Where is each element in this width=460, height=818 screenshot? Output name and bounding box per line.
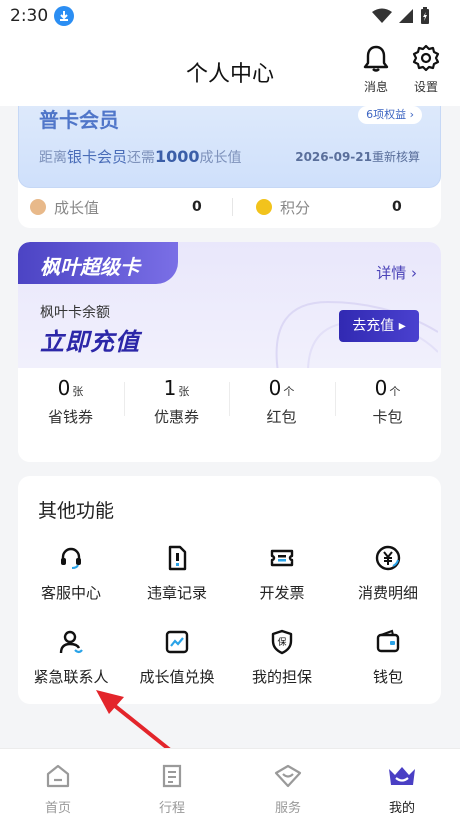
- coupon-unit: 张: [178, 385, 190, 398]
- func-emergency-contact[interactable]: 紧急联系人: [18, 628, 124, 687]
- func-invoice[interactable]: 开发票: [229, 544, 335, 603]
- coupon-name: 优惠券: [153, 408, 199, 426]
- coupon-count: 0: [268, 376, 282, 400]
- recharge-cta-title: 立即充值: [40, 328, 140, 356]
- svg-text:保: 保: [277, 636, 286, 648]
- gear-icon: [412, 44, 440, 72]
- nav-home[interactable]: 首页: [18, 763, 98, 816]
- other-functions-title: 其他功能: [38, 500, 115, 522]
- coupon-item-card-pack[interactable]: 0个 卡包: [335, 376, 440, 427]
- headset-icon: [61, 547, 81, 569]
- nav-trip[interactable]: 行程: [132, 763, 212, 816]
- stat-divider: [232, 198, 233, 216]
- balance-label: 枫叶卡余额: [40, 305, 110, 321]
- wifi-icon: [372, 8, 392, 23]
- status-bar: 2:30: [0, 0, 460, 32]
- func-label: 紧急联系人: [33, 668, 109, 686]
- reset-date-text: 2026-09-21重新核算: [295, 150, 420, 164]
- violation-record-icon: [168, 545, 187, 571]
- points-label: 积分: [280, 198, 311, 217]
- emergency-contact-icon: [59, 630, 83, 654]
- wallet-icon: [376, 629, 400, 653]
- coupon-unit: 个: [389, 385, 401, 398]
- func-label: 我的担保: [251, 668, 312, 686]
- nav-label: 首页: [44, 801, 71, 816]
- coupon-count: 0: [57, 376, 71, 400]
- invoice-ticket-icon: [270, 549, 294, 567]
- page-header: 个人中心 消息 设置: [0, 32, 460, 106]
- coupon-item-red-packet[interactable]: 0个 红包: [229, 376, 334, 427]
- battery-icon: [421, 7, 429, 24]
- coupon-row: 0张 省钱券 1张 优惠券 0个 红包 0个 卡包: [18, 368, 441, 462]
- nav-service[interactable]: 服务: [248, 763, 328, 816]
- growth-value: 0: [192, 199, 202, 215]
- coupon-item-savings[interactable]: 0张 省钱券: [18, 376, 123, 427]
- growth-stat[interactable]: 成长值 0: [30, 196, 230, 218]
- upgrade-progress-text: 距离银卡会员还需1000成长值: [39, 147, 242, 166]
- func-label: 违章记录: [146, 584, 207, 602]
- growth-label: 成长值: [54, 198, 100, 217]
- growth-chart-icon: [165, 630, 189, 654]
- super-card-banner: 枫叶超级卡 详情 › 枫叶卡余额 立即充值 去充值 ▸: [18, 242, 441, 372]
- member-section: 普卡会员 6项权益 › 距离银卡会员还需1000成长值 2026-09-21重新…: [18, 106, 441, 228]
- benefits-badge[interactable]: 6项权益 ›: [358, 106, 422, 124]
- func-wallet[interactable]: 钱包: [335, 628, 441, 687]
- nav-profile[interactable]: 我的: [362, 763, 442, 816]
- super-card-section: 枫叶超级卡 详情 › 枫叶卡余额 立即充值 去充值 ▸ 0张 省钱券 1张 优惠…: [18, 242, 441, 462]
- coupon-unit: 个: [283, 385, 295, 398]
- member-stats: 成长值 0 积分 0: [18, 192, 441, 222]
- points-stat[interactable]: 积分 0: [256, 196, 416, 218]
- nav-label: 行程: [158, 801, 185, 816]
- bell-icon: [363, 45, 389, 72]
- coupon-name: 省钱券: [47, 408, 93, 426]
- bottom-navigation: 首页 行程 服务 我的: [0, 748, 460, 818]
- trip-icon: [162, 764, 182, 788]
- func-label: 成长值兑换: [139, 668, 215, 686]
- super-card-title: 枫叶超级卡: [40, 255, 140, 279]
- reset-date: 2026-09-21: [295, 150, 372, 164]
- points-value: 0: [392, 199, 402, 215]
- profile-crown-icon: [389, 767, 415, 785]
- growth-value-icon: [30, 199, 46, 215]
- next-level-name: 银卡会员: [67, 148, 128, 166]
- guarantee-shield-icon: 保: [271, 629, 293, 655]
- system-icons: [372, 7, 430, 25]
- signal-icon: [399, 9, 413, 23]
- home-icon: [46, 764, 70, 788]
- func-label: 客服中心: [40, 584, 101, 602]
- settings-button[interactable]: 设置: [406, 44, 446, 95]
- coupon-count: 1: [163, 376, 177, 400]
- coupon-unit: 张: [72, 385, 84, 398]
- func-violation-record[interactable]: 违章记录: [124, 544, 230, 603]
- func-growth-exchange[interactable]: 成长值兑换: [124, 628, 230, 687]
- other-functions-section: 其他功能 客服中心 违章记录 开发票 消费明细 紧急联系人 成长值兑换 保 我的…: [18, 476, 441, 704]
- member-card[interactable]: 普卡会员 6项权益 › 距离银卡会员还需1000成长值 2026-09-21重新…: [18, 106, 441, 188]
- coupon-count: 0: [374, 376, 388, 400]
- download-icon: [54, 6, 74, 26]
- func-label: 钱包: [372, 668, 403, 686]
- func-customer-service[interactable]: 客服中心: [18, 544, 124, 603]
- yen-coin-icon: [375, 545, 401, 571]
- nav-label: 服务: [274, 801, 301, 816]
- coupon-name: 红包: [266, 408, 297, 426]
- messages-button[interactable]: 消息: [356, 44, 396, 95]
- service-icon: [274, 764, 302, 788]
- func-label: 开发票: [259, 584, 305, 602]
- super-card-tab: 枫叶超级卡: [18, 242, 178, 284]
- nav-label: 我的: [388, 801, 415, 816]
- func-label: 消费明细: [357, 584, 418, 602]
- settings-label: 设置: [413, 80, 438, 94]
- recharge-button[interactable]: 去充值 ▸: [339, 310, 419, 342]
- coupon-item-discount[interactable]: 1张 优惠券: [124, 376, 229, 427]
- coupon-name: 卡包: [372, 408, 403, 426]
- status-time: 2:30: [10, 6, 49, 26]
- func-consumption-detail[interactable]: 消费明细: [335, 544, 441, 603]
- super-card-detail-link[interactable]: 详情 ›: [376, 262, 417, 283]
- required-points: 1000: [155, 147, 200, 166]
- points-coin-icon: [256, 199, 272, 215]
- func-my-guarantee[interactable]: 保 我的担保: [229, 628, 335, 687]
- messages-label: 消息: [363, 80, 388, 94]
- member-level-title: 普卡会员: [39, 108, 119, 132]
